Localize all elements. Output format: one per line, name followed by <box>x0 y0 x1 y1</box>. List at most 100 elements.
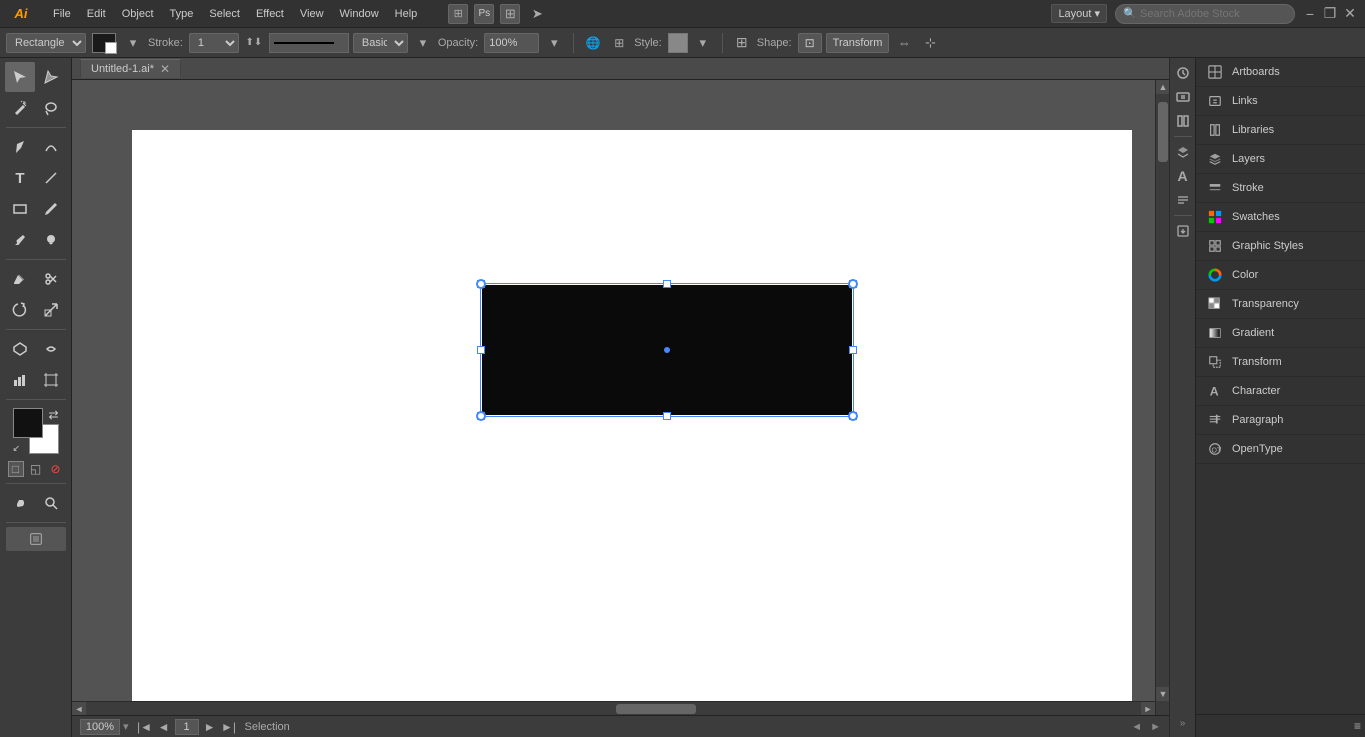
panel-item-color[interactable]: Color <box>1196 261 1365 290</box>
menu-edit[interactable]: Edit <box>80 6 113 22</box>
menu-object[interactable]: Object <box>115 6 161 22</box>
scissors-tool[interactable] <box>36 264 66 294</box>
curvature-tool[interactable] <box>36 132 66 162</box>
artboard-nav-right[interactable]: ► <box>1150 721 1161 733</box>
selection-tool[interactable] <box>5 62 35 92</box>
search-input[interactable] <box>1115 4 1295 24</box>
scroll-down-button[interactable]: ▼ <box>1156 687 1169 701</box>
artboard-nav-left[interactable]: ◄ <box>1131 721 1142 733</box>
panel-item-opentype[interactable]: OT OpenType <box>1196 435 1365 464</box>
character-strip-btn[interactable]: A <box>1172 165 1194 187</box>
scroll-up-button[interactable]: ▲ <box>1156 80 1169 94</box>
panel-item-artboards[interactable]: Artboards <box>1196 58 1365 87</box>
fill-icon[interactable]: ▾ <box>122 33 144 53</box>
zoom-input[interactable] <box>80 719 120 735</box>
arrange-icon[interactable]: ⊞ <box>448 4 468 24</box>
artboard-tool[interactable] <box>36 365 66 395</box>
line-segment-tool[interactable] <box>36 163 66 193</box>
close-button[interactable]: ✕ <box>1343 7 1357 21</box>
prev-page-button[interactable]: ◄ <box>156 719 172 735</box>
tool-select[interactable]: Rectangle <box>6 33 86 53</box>
horizontal-scrollbar-thumb[interactable] <box>616 704 696 714</box>
panel-item-transform[interactable]: Transform <box>1196 348 1365 377</box>
links-strip-btn[interactable] <box>1172 86 1194 108</box>
tab-close-button[interactable]: ✕ <box>160 62 170 76</box>
pencil-tool[interactable] <box>36 194 66 224</box>
opacity-arrow-icon[interactable]: ▾ <box>543 33 565 53</box>
menu-type[interactable]: Type <box>163 6 201 22</box>
layout-button[interactable]: Layout ▾ <box>1051 4 1107 23</box>
type-tool[interactable]: T <box>5 163 35 193</box>
next-page-button[interactable]: ► <box>202 719 218 735</box>
horizontal-scrollbar[interactable]: ◄ ► <box>72 701 1155 715</box>
panel-item-stroke[interactable]: Stroke <box>1196 174 1365 203</box>
opacity-input[interactable] <box>484 33 539 53</box>
panel-item-swatches[interactable]: Swatches <box>1196 203 1365 232</box>
panel-item-character[interactable]: A Character <box>1196 377 1365 406</box>
magic-wand-tool[interactable] <box>5 93 35 123</box>
panel-menu-button[interactable]: ≡ <box>1354 719 1361 733</box>
panel-item-layers[interactable]: Layers <box>1196 145 1365 174</box>
collapse-panel-btn[interactable]: » <box>1180 718 1186 729</box>
shaper-tool[interactable] <box>5 334 35 364</box>
scroll-left-button[interactable]: ◄ <box>72 702 86 715</box>
grid-icon[interactable]: ⊞ <box>500 4 520 24</box>
panel-item-graphic-styles[interactable]: Graphic Styles <box>1196 232 1365 261</box>
minimize-button[interactable]: − <box>1303 7 1317 21</box>
share-icon[interactable]: ➤ <box>526 4 548 24</box>
ps-icon[interactable]: Ps <box>474 4 494 24</box>
menu-effect[interactable]: Effect <box>249 6 291 22</box>
properties-strip-btn[interactable] <box>1172 62 1194 84</box>
restore-button[interactable]: ❐ <box>1323 7 1337 21</box>
document-tab[interactable]: Untitled-1.ai* ✕ <box>80 59 181 78</box>
hand-tool[interactable] <box>5 488 35 518</box>
stroke-arrows-icon[interactable]: ⬆⬇ <box>243 33 265 53</box>
first-page-button[interactable]: |◄ <box>137 719 153 735</box>
panel-item-gradient[interactable]: Gradient <box>1196 319 1365 348</box>
menu-help[interactable]: Help <box>388 6 425 22</box>
panel-item-paragraph[interactable]: Paragraph <box>1196 406 1365 435</box>
style-arrow-icon[interactable]: ▾ <box>692 33 714 53</box>
panel-item-libraries[interactable]: Libraries <box>1196 116 1365 145</box>
stroke-profile-select[interactable]: Basic <box>353 33 408 53</box>
pen-tool[interactable] <box>5 132 35 162</box>
scale-tool[interactable] <box>36 295 66 325</box>
export-strip-btn[interactable] <box>1172 220 1194 242</box>
selected-rectangle[interactable] <box>482 285 852 415</box>
color-display[interactable]: ⇄ ↙ <box>13 408 59 454</box>
shape-btn[interactable]: ⊡ <box>798 33 822 53</box>
blob-brush-tool[interactable] <box>36 225 66 255</box>
canvas-scroll-area[interactable]: ▲ ▼ ◄ ► <box>72 80 1169 715</box>
stroke-preview[interactable] <box>269 33 349 53</box>
zoom-tool[interactable] <box>36 488 66 518</box>
fill-swatch[interactable] <box>92 33 116 53</box>
gradient-btn[interactable]: ◱ <box>28 461 44 477</box>
menu-window[interactable]: Window <box>333 6 386 22</box>
paragraph-strip-btn[interactable] <box>1172 189 1194 211</box>
lasso-tool[interactable] <box>36 93 66 123</box>
scroll-right-button[interactable]: ► <box>1141 702 1155 715</box>
direct-selection-tool[interactable] <box>36 62 66 92</box>
swap-colors-button[interactable]: ⇄ <box>48 408 58 422</box>
foreground-color[interactable] <box>13 408 43 438</box>
zoom-dropdown[interactable]: ▾ <box>123 720 129 733</box>
last-page-button[interactable]: ►| <box>221 719 237 735</box>
reorder-icon[interactable]: ⊞ <box>731 33 753 53</box>
reset-colors-button[interactable]: ↙ <box>13 443 21 454</box>
menu-view[interactable]: View <box>293 6 331 22</box>
none-btn[interactable]: ⊘ <box>48 461 64 477</box>
edit-artboard-btn[interactable] <box>6 527 66 551</box>
transform-btn[interactable]: Transform <box>826 33 890 53</box>
warp-tool[interactable] <box>36 334 66 364</box>
page-number-input[interactable] <box>175 719 199 735</box>
layers-strip-btn[interactable] <box>1172 141 1194 163</box>
stroke-weight-select[interactable]: 1 2 <box>189 33 239 53</box>
stroke-profile-icon[interactable]: ▾ <box>412 33 434 53</box>
panel-item-links[interactable]: Links <box>1196 87 1365 116</box>
rectangle-tool[interactable] <box>5 194 35 224</box>
bar-graph-tool[interactable] <box>5 365 35 395</box>
panel-item-transparency[interactable]: Transparency <box>1196 290 1365 319</box>
rotate-tool[interactable] <box>5 295 35 325</box>
vertical-scrollbar[interactable]: ▲ ▼ <box>1155 80 1169 715</box>
color-fill-btn[interactable]: □ <box>8 461 24 477</box>
